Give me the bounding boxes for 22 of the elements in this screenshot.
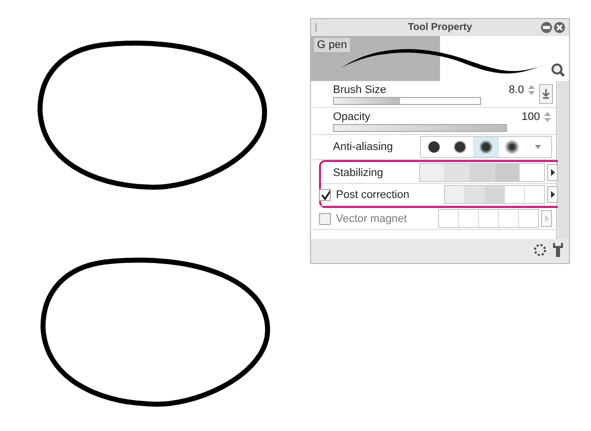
- antialias-option[interactable]: [473, 137, 499, 157]
- brush-tip-icon: [426, 139, 442, 155]
- pin-icon[interactable]: [539, 84, 553, 104]
- brush-tip-icon: [452, 139, 468, 155]
- close-icon[interactable]: [554, 22, 565, 33]
- property-label: Vector magnet: [336, 212, 407, 224]
- value-text: 8.0: [508, 84, 524, 96]
- minimize-icon[interactable]: [541, 22, 552, 33]
- value-text: 100: [522, 110, 540, 122]
- property-label: Brush Size: [333, 84, 386, 96]
- scrollbar[interactable]: [558, 81, 568, 239]
- checkbox[interactable]: [319, 188, 331, 200]
- property-label: Anti-aliasing: [333, 141, 393, 153]
- property-label: Opacity: [333, 110, 370, 122]
- brush-tip-icon: [504, 139, 520, 155]
- property-label: Post correction: [336, 188, 410, 200]
- magnifier-icon[interactable]: [551, 63, 565, 77]
- property-label: Stabilizing: [333, 166, 384, 178]
- brush-tip-icon: [478, 139, 494, 155]
- tool-name: G pen: [314, 38, 350, 52]
- slider-track[interactable]: [333, 96, 481, 104]
- window-title: Tool Property: [408, 22, 472, 33]
